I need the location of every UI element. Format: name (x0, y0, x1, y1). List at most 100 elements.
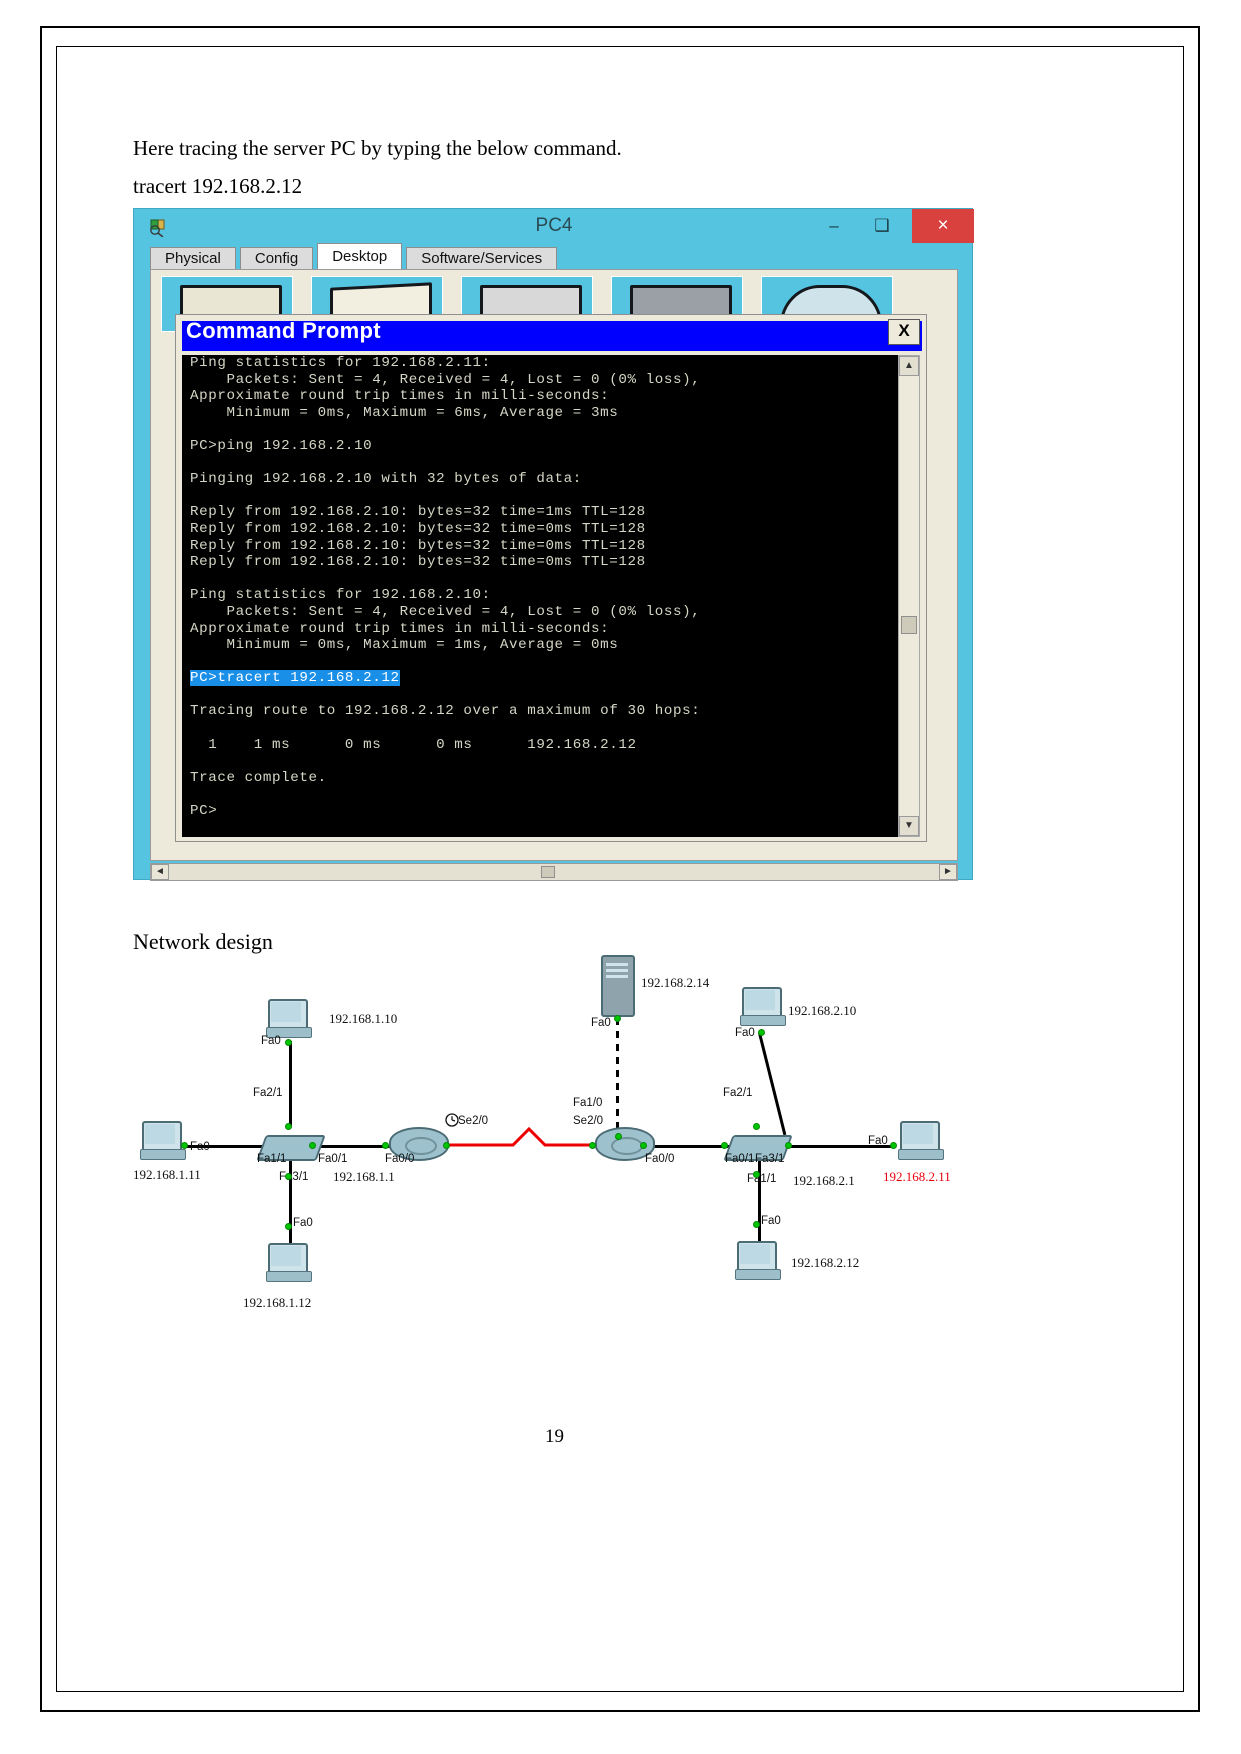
port-label-sw2-fa0-1: Fa0/1 (725, 1153, 755, 1165)
terminal-line: Ping statistics for 192.168.2.11: (190, 355, 491, 371)
tab-physical[interactable]: Physical (150, 247, 236, 269)
ip-label-192-168-1-11: 192.168.1.11 (133, 1167, 201, 1182)
link-status-dot (753, 1171, 760, 1178)
port-label-pc1-fa0: Fa0 (261, 1035, 281, 1047)
ip-label-192-168-1-1: 192.168.1.1 (333, 1169, 395, 1184)
terminal-output[interactable]: Ping statistics for 192.168.2.11: Packet… (182, 355, 900, 837)
terminal-line: Tracing route to 192.168.2.12 over a max… (190, 703, 701, 720)
tab-software-services[interactable]: Software/Services (406, 247, 558, 269)
scroll-left-icon[interactable]: ◄ (151, 864, 169, 880)
node-pc-192-168-2-11[interactable] (898, 1121, 944, 1163)
terminal-line: Approximate round trip times in milli-se… (190, 388, 610, 405)
node-pc-192-168-2-12[interactable] (735, 1241, 781, 1283)
tab-desktop[interactable]: Desktop (317, 243, 403, 269)
clock-icon (445, 1113, 459, 1127)
port-label-pc2-10-fa0: Fa0 (735, 1027, 755, 1039)
terminal-line: Approximate round trip times in milli-se… (190, 620, 610, 637)
node-pc-192-168-1-12[interactable] (266, 1243, 312, 1285)
command-prompt-close-button[interactable]: X (888, 319, 920, 345)
link-status-dot (758, 1029, 765, 1036)
window-title-bar: PC4 – ❑ × (134, 209, 974, 243)
port-label-sw2-fa1-1: Fa1/1 (747, 1173, 777, 1185)
port-label-pc3-fa0: Fa0 (293, 1217, 313, 1229)
port-label-sw1-fa0-1: Fa0/1 (318, 1153, 348, 1165)
command-prompt-title: Command Prompt (186, 318, 381, 343)
node-pc-192-168-2-10[interactable] (740, 987, 786, 1029)
scroll-down-icon[interactable]: ▼ (899, 816, 919, 836)
terminal-line: Ping statistics for 192.168.2.10: (190, 587, 491, 604)
ip-label-192-168-1-12: 192.168.1.12 (243, 1295, 312, 1310)
link-status-dot (640, 1142, 647, 1149)
close-button[interactable]: × (912, 209, 974, 243)
port-label-sw1-fa2-1: Fa2/1 (253, 1087, 283, 1099)
link-status-dot (614, 1015, 621, 1022)
scrollbar-thumb[interactable] (901, 616, 917, 634)
link-status-dot (309, 1142, 316, 1149)
tab-config[interactable]: Config (239, 247, 314, 269)
link-status-dot (753, 1123, 760, 1130)
terminal-line: PC> (190, 803, 218, 820)
node-server-192-168-2-14[interactable] (601, 955, 635, 1017)
ip-label-192-168-2-11: 192.168.2.11 (883, 1169, 951, 1184)
port-label-sw2-fa2-1: Fa2/1 (723, 1087, 753, 1099)
link-status-dot (785, 1142, 792, 1149)
port-label-rt1-se2-0: Se2/0 (458, 1115, 489, 1127)
port-label-rt2-fa1-0: Fa1/0 (573, 1097, 603, 1109)
port-label-rt2-se2-0: Se2/0 (573, 1115, 604, 1127)
page-number: 19 (545, 1426, 564, 1447)
maximize-button[interactable]: ❑ (862, 209, 902, 243)
terminal-scrollbar[interactable]: ▲ ▼ (898, 355, 920, 837)
scroll-up-icon[interactable]: ▲ (899, 356, 919, 376)
link-pc1-switchleft (289, 1041, 292, 1127)
port-label-pc2-fa0: Fa0 (190, 1141, 210, 1153)
terminal-line: PC>ping 192.168.2.10 (190, 437, 373, 454)
ip-label-192-168-2-14: 192.168.2.14 (641, 975, 710, 990)
minimize-button[interactable]: – (814, 209, 854, 243)
node-pc-192-168-1-11[interactable] (140, 1121, 186, 1163)
port-label-sw1-fa1-1: Fa1/1 (257, 1153, 287, 1165)
link-status-dot (721, 1142, 728, 1149)
terminal-line: Minimum = 0ms, Maximum = 6ms, Average = … (190, 404, 619, 421)
intro-paragraph: Here tracing the server PC by typing the… (133, 136, 622, 160)
terminal-line: Reply from 192.168.2.10: bytes=32 time=1… (190, 504, 646, 521)
port-label-pc2-11-fa0: Fa0 (868, 1135, 888, 1147)
link-status-dot (285, 1173, 292, 1180)
terminal-line: Reply from 192.168.2.10: bytes=32 time=0… (190, 520, 646, 537)
terminal-line: Packets: Sent = 4, Received = 4, Lost = … (190, 371, 701, 388)
ip-label-192-168-2-1: 192.168.2.1 (793, 1173, 855, 1188)
link-status-dot (181, 1142, 188, 1149)
link-status-dot (285, 1039, 292, 1046)
panel-horizontal-scrollbar[interactable]: ◄ ► (150, 863, 958, 881)
section-title-network-design: Network design (133, 929, 273, 954)
terminal-line: Packets: Sent = 4, Received = 4, Lost = … (190, 603, 701, 620)
link-server-routerright (616, 1018, 619, 1138)
terminal-line: 1 1 ms 0 ms 0 ms 192.168.2.12 (190, 736, 637, 753)
link-status-dot (443, 1142, 450, 1149)
link-status-dot (753, 1221, 760, 1228)
command-paragraph: tracert 192.168.2.12 (133, 174, 303, 198)
terminal-line: Minimum = 0ms, Maximum = 1ms, Average = … (190, 637, 619, 654)
link-status-dot (382, 1142, 389, 1149)
link-status-dot (589, 1142, 596, 1149)
link-status-dot (285, 1223, 292, 1230)
ip-label-192-168-1-10: 192.168.1.10 (329, 1011, 398, 1026)
port-label-server-fa0: Fa0 (591, 1017, 611, 1029)
terminal-line: Reply from 192.168.2.10: bytes=32 time=0… (190, 554, 646, 571)
terminal-line: PC>tracert 192.168.2.12 (182, 670, 900, 687)
selected-command: PC>tracert 192.168.2.12 (190, 670, 400, 687)
scroll-right-icon[interactable]: ► (939, 864, 957, 880)
packet-tracer-device-window: PC4 – ❑ × Physical Config Desktop Softwa… (133, 208, 974, 881)
terminal-line: Trace complete. (190, 769, 327, 786)
port-label-rt1-fa0-0: Fa0/0 (385, 1153, 415, 1165)
hscrollbar-thumb[interactable] (541, 866, 555, 878)
ip-label-192-168-2-10: 192.168.2.10 (788, 1003, 857, 1018)
network-topology-diagram: Fa0 192.168.1.10 Fa0 192.168.1.11 Fa0 19… (133, 955, 1083, 1355)
